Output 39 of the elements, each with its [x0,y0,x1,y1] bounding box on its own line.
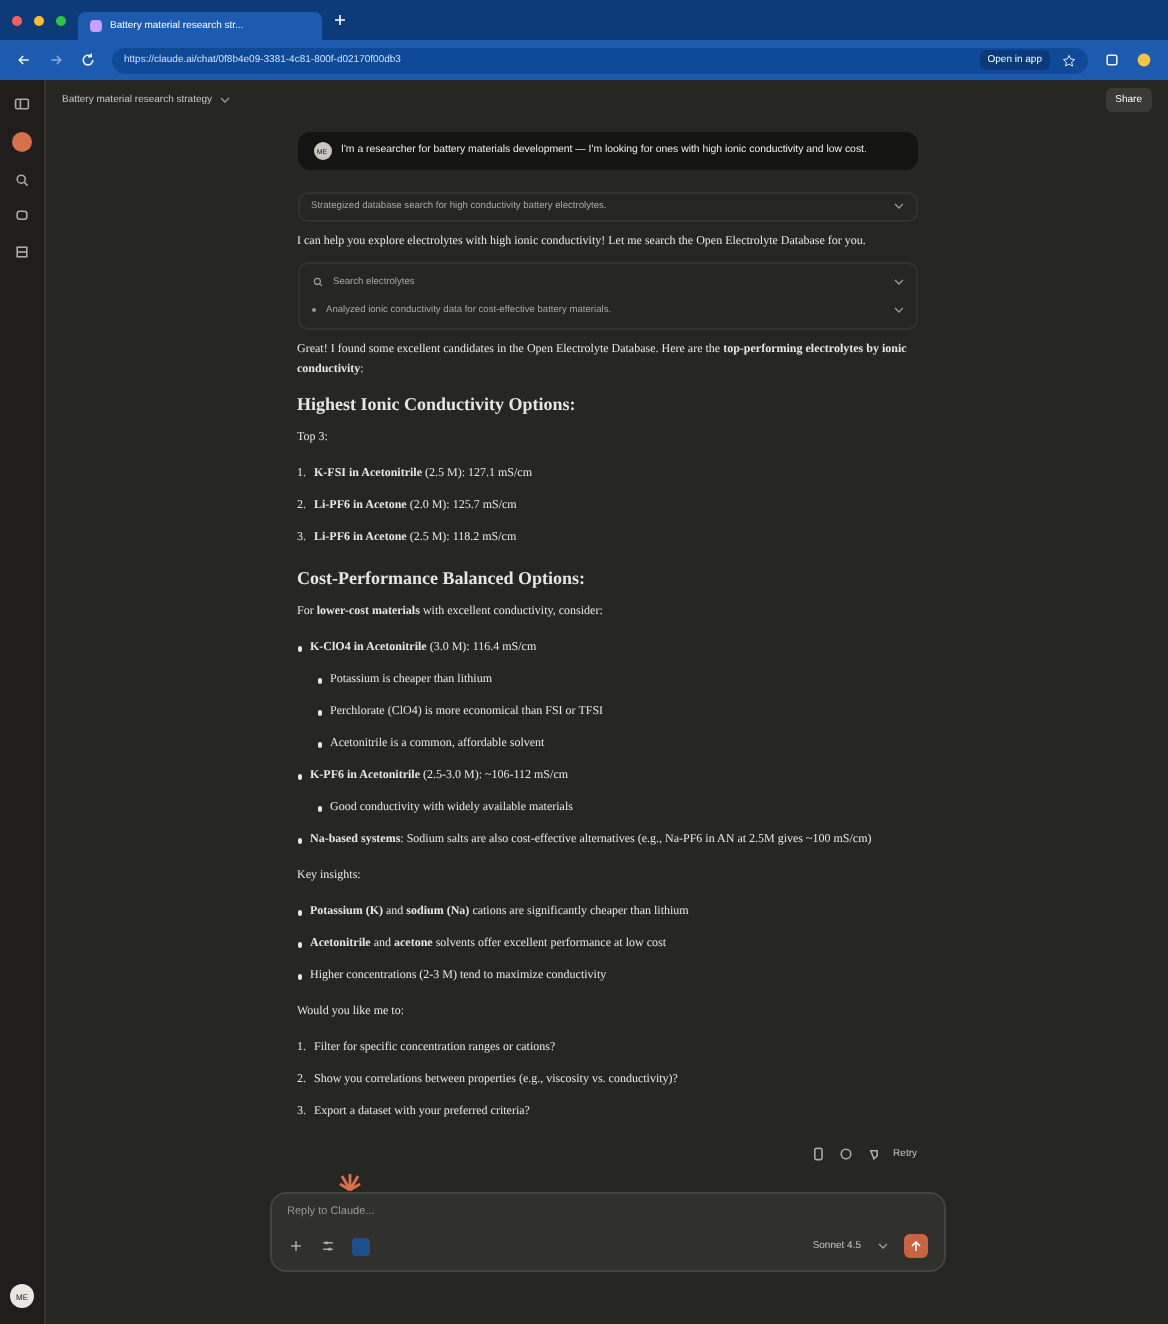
back-icon[interactable] [16,52,32,68]
add-icon[interactable] [287,1238,303,1254]
bullet-icon [317,678,322,683]
sidebar-toggle-icon[interactable] [14,96,30,112]
chevron-icon[interactable] [893,306,903,314]
bullet-icon [317,742,322,747]
bullet-icon [317,806,322,811]
chevron-icon[interactable] [893,202,903,210]
projects-icon[interactable] [14,244,30,260]
bullet-icon [297,838,302,843]
star-icon[interactable] [1062,53,1076,67]
send-button[interactable] [903,1234,927,1258]
step-dot [311,307,316,313]
chevron-icon[interactable] [893,278,903,286]
section-heading: Cost-Performance Balanced Options: [297,566,587,592]
bullet-icon [297,942,302,947]
copy-icon[interactable] [809,1146,826,1162]
chat-icon[interactable] [14,208,30,224]
section-heading: Highest Ionic Conductivity Options: [297,392,578,418]
bullet-icon [297,646,302,651]
search-icon[interactable] [14,172,30,188]
bullet-icon [297,910,302,915]
maximize-window-icon[interactable] [56,15,66,25]
claude-logo-icon [337,1172,361,1192]
chevron-icon[interactable] [220,96,231,104]
profile-icon[interactable] [1136,52,1152,68]
search-icon[interactable] [311,276,323,288]
arrow-up-icon [909,1240,921,1252]
bullet-icon [317,710,322,715]
new-chat-icon[interactable] [12,132,32,152]
forward-icon[interactable] [48,52,64,68]
chevron-icon[interactable] [877,1242,887,1250]
new-tab-icon[interactable] [334,14,346,26]
reload-icon[interactable] [80,52,96,68]
bullet-icon [297,974,302,979]
tools-icon[interactable] [319,1238,335,1254]
minimize-window-icon[interactable] [34,15,44,25]
close-window-icon[interactable] [12,15,22,25]
bullet-icon [297,774,302,779]
